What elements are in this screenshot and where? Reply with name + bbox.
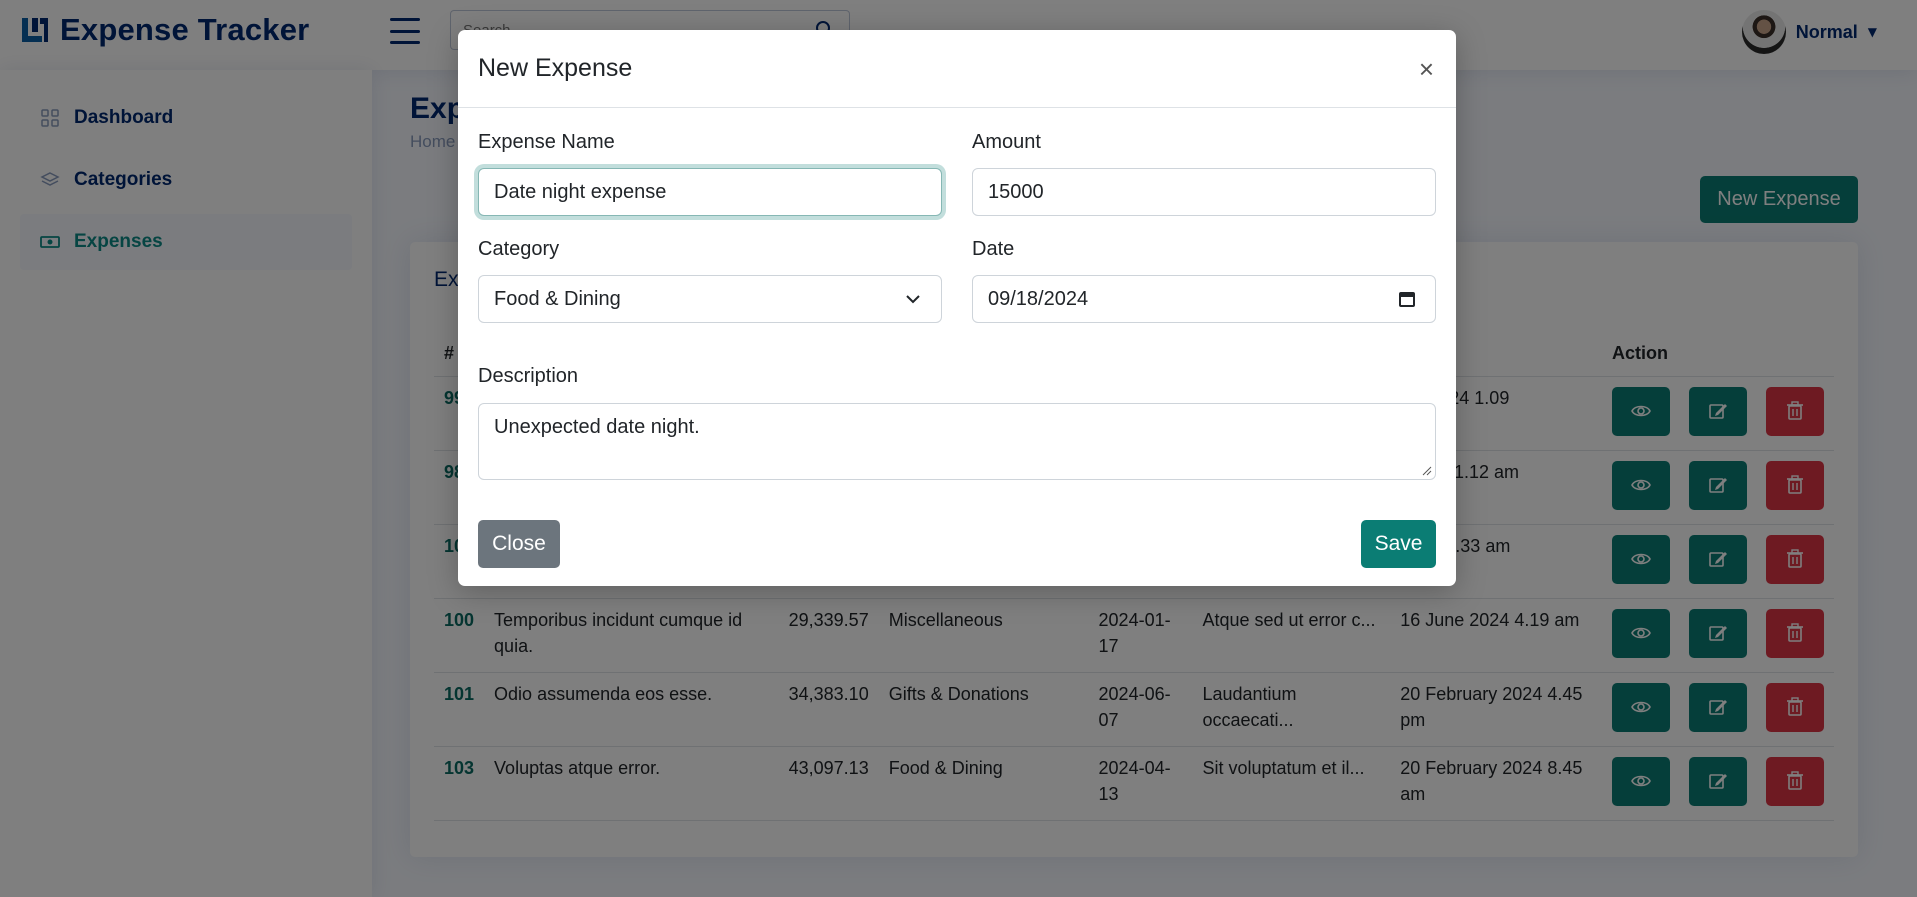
category-value: Food & Dining: [494, 287, 621, 310]
description-label: Description: [478, 365, 579, 387]
close-button[interactable]: Close: [478, 520, 560, 568]
description-value: Unexpected date night.: [494, 416, 700, 438]
expense-name-value: Date night expense: [494, 180, 667, 203]
date-value: 09/18/2024: [988, 287, 1089, 310]
calendar-icon[interactable]: [1397, 289, 1417, 309]
close-icon[interactable]: ×: [1419, 56, 1434, 82]
date-input[interactable]: 09/18/2024: [972, 275, 1436, 323]
modal-header: New Expense: [458, 30, 1456, 108]
expense-name-input[interactable]: Date night expense: [478, 168, 942, 216]
category-label: Category: [478, 238, 560, 260]
save-button[interactable]: Save: [1361, 520, 1436, 568]
expense-name-label: Expense Name: [478, 131, 615, 153]
category-select[interactable]: Food & Dining: [478, 275, 942, 323]
chevron-down-icon: [906, 295, 920, 304]
amount-label: Amount: [972, 131, 1041, 153]
description-textarea[interactable]: Unexpected date night.: [478, 403, 1436, 480]
resize-handle-icon[interactable]: [1422, 466, 1432, 476]
amount-input[interactable]: 15000: [972, 168, 1436, 216]
new-expense-modal: New Expense × Expense Name Date night ex…: [458, 30, 1456, 586]
amount-value: 15000: [988, 180, 1044, 203]
modal-title: New Expense: [478, 54, 633, 82]
date-label: Date: [972, 238, 1015, 260]
